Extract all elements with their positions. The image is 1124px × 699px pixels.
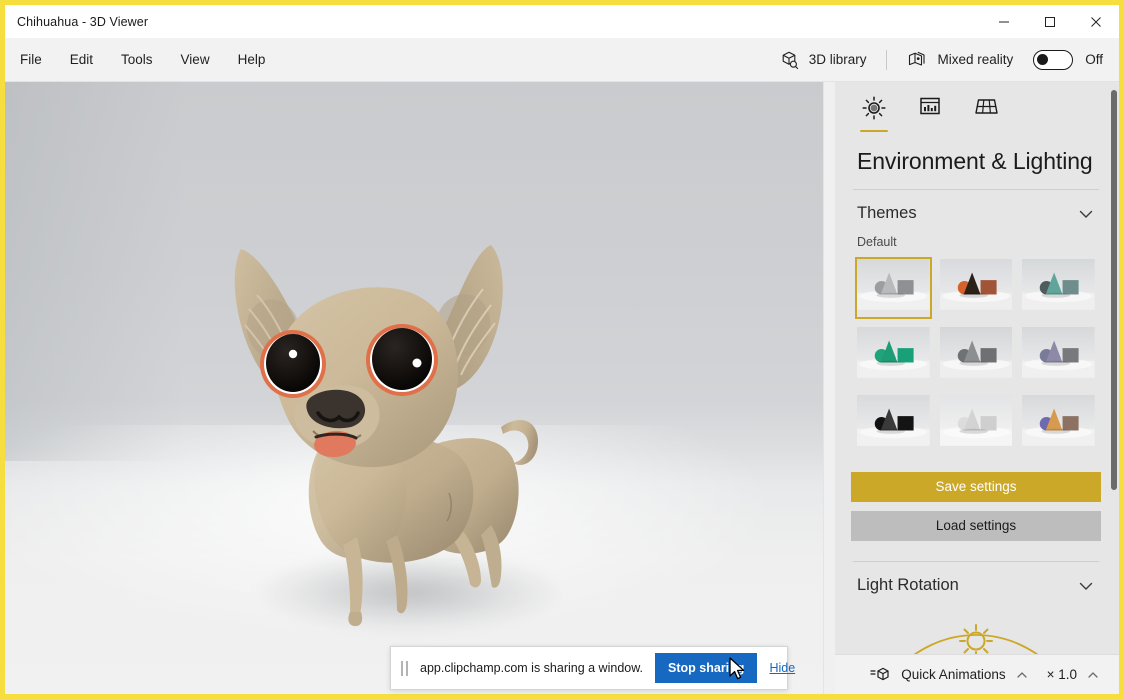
- theme-thumbnail-theme-green[interactable]: [855, 325, 932, 387]
- theme-thumbnail-theme-violet[interactable]: [1020, 325, 1097, 387]
- menu-edit[interactable]: Edit: [57, 47, 106, 73]
- theme-thumbnail-theme-orange-dark[interactable]: [938, 257, 1015, 319]
- theme-thumbnail-theme-neutral-gray[interactable]: [855, 257, 932, 319]
- sun-arc-dial[interactable]: [876, 613, 1076, 654]
- chevron-down-icon: [1079, 582, 1093, 590]
- light-rotation-label: Light Rotation: [857, 576, 959, 594]
- panel-scroll-area: Environment & Lighting Themes Default Sa…: [835, 82, 1119, 654]
- mixed-reality-button[interactable]: Mixed reality: [897, 43, 1033, 77]
- app-window: Chihuahua - 3D Viewer File Edit Tools Vi…: [0, 0, 1124, 699]
- model-eye-left: [260, 330, 326, 398]
- panel-scrollbar-thumb[interactable]: [1111, 90, 1117, 490]
- theme-preview: [857, 327, 930, 378]
- menu-file[interactable]: File: [7, 47, 55, 73]
- sun-icon: [862, 96, 886, 120]
- viewport-scrollbar[interactable]: [823, 82, 835, 694]
- menu-bar: File Edit Tools View Help 3D library Mix…: [5, 38, 1119, 82]
- environment-lighting-panel: Environment & Lighting Themes Default Sa…: [835, 82, 1119, 694]
- theme-thumbnail-theme-teal[interactable]: [1020, 257, 1097, 319]
- load-settings-button[interactable]: Load settings: [851, 511, 1101, 541]
- theme-thumbnail-theme-purple-orange[interactable]: [1020, 393, 1097, 455]
- chevron-up-icon: [1016, 671, 1027, 678]
- panel-tab-bar: [851, 82, 1101, 132]
- window-controls: [981, 5, 1119, 38]
- theme-thumbnail-grid: [851, 257, 1101, 455]
- 3d-library-button[interactable]: 3D library: [770, 43, 877, 77]
- viewport-wall-shading: [5, 82, 185, 462]
- maximize-icon: [1045, 16, 1055, 27]
- window-title: Chihuahua - 3D Viewer: [17, 14, 149, 29]
- mixed-reality-toggle[interactable]: [1033, 49, 1074, 70]
- share-message: app.clipchamp.com is sharing a window.: [420, 661, 644, 675]
- menu-tools[interactable]: Tools: [108, 47, 166, 73]
- panel-title: Environment & Lighting: [857, 148, 1093, 174]
- theme-preview: [857, 259, 930, 310]
- save-settings-button[interactable]: Save settings: [851, 472, 1101, 502]
- tab-environment-lighting[interactable]: [857, 96, 891, 132]
- theme-thumbnail-theme-mid-gray[interactable]: [938, 325, 1015, 387]
- theme-preview: [1022, 327, 1095, 378]
- tab-active-indicator: [860, 129, 888, 132]
- model-front-paw-left: [348, 612, 363, 627]
- theme-preview: [939, 395, 1013, 446]
- toggle-knob: [1037, 53, 1049, 65]
- close-icon: [1091, 16, 1101, 27]
- mixed-reality-state: Off: [1085, 52, 1103, 67]
- 3d-viewport[interactable]: [5, 82, 823, 694]
- panel-content: Environment & Lighting Themes Default Sa…: [835, 82, 1119, 654]
- title-bar: Chihuahua - 3D Viewer: [5, 5, 1119, 38]
- arrow-cursor: [729, 657, 745, 680]
- cube-search-icon: [782, 51, 798, 69]
- themes-group-label: Default: [857, 235, 897, 249]
- close-button[interactable]: [1073, 5, 1119, 38]
- theme-thumbnail-theme-white[interactable]: [938, 393, 1015, 455]
- tab-statistics[interactable]: [913, 96, 947, 132]
- theme-preview: [939, 259, 1013, 310]
- animation-speed-value: × 1.0: [1046, 667, 1077, 682]
- chevron-up-icon: [1088, 671, 1098, 678]
- light-rotation-section-header[interactable]: Light Rotation: [851, 562, 1101, 607]
- minimize-button[interactable]: [981, 5, 1027, 38]
- quick-animations-button[interactable]: Quick Animations: [863, 660, 1035, 690]
- light-rotation-widget-wrap: [851, 607, 1101, 654]
- toolbar-separator: [886, 49, 888, 70]
- animation-speed-button[interactable]: × 1.0: [1040, 661, 1107, 688]
- chevron-down-icon: [1079, 210, 1093, 218]
- quick-animations-label: Quick Animations: [901, 667, 1006, 682]
- minimize-icon: [999, 21, 1009, 22]
- command-bar-right: 3D library Mixed reality Off: [770, 43, 1119, 77]
- sun-dial-handle[interactable]: [959, 624, 993, 654]
- theme-preview: [1022, 259, 1095, 310]
- animation-cube-icon: [870, 667, 889, 680]
- layers-icon: [909, 51, 926, 66]
- model-eye-right: [366, 324, 438, 396]
- tab-grid[interactable]: [969, 96, 1003, 132]
- themes-section-header[interactable]: Themes: [851, 190, 1101, 235]
- menu-view[interactable]: View: [168, 47, 223, 73]
- menu-help[interactable]: Help: [225, 47, 279, 73]
- chihuahua-3d-model[interactable]: [201, 237, 561, 637]
- theme-preview: [939, 327, 1013, 378]
- maximize-button[interactable]: [1027, 5, 1073, 38]
- light-rotation-art: [855, 613, 1097, 654]
- theme-preview: [857, 395, 930, 446]
- panel-scrollbar-track[interactable]: [1108, 82, 1119, 654]
- model-front-leg-left: [343, 537, 363, 621]
- themes-label: Themes: [857, 204, 917, 222]
- app-body: Environment & Lighting Themes Default Sa…: [5, 82, 1119, 694]
- chart-frame-icon: [920, 97, 940, 115]
- theme-thumbnail-theme-black[interactable]: [855, 393, 932, 455]
- 3d-library-label: 3D library: [808, 52, 867, 67]
- mixed-reality-label: Mixed reality: [937, 52, 1014, 67]
- status-bar: Quick Animations × 1.0: [835, 654, 1119, 694]
- theme-preview: [1022, 395, 1095, 446]
- grid-icon: [974, 99, 998, 114]
- drag-handle-icon[interactable]: [401, 660, 408, 676]
- screen-share-bar[interactable]: app.clipchamp.com is sharing a window. S…: [390, 646, 795, 690]
- hide-link[interactable]: Hide: [769, 661, 795, 675]
